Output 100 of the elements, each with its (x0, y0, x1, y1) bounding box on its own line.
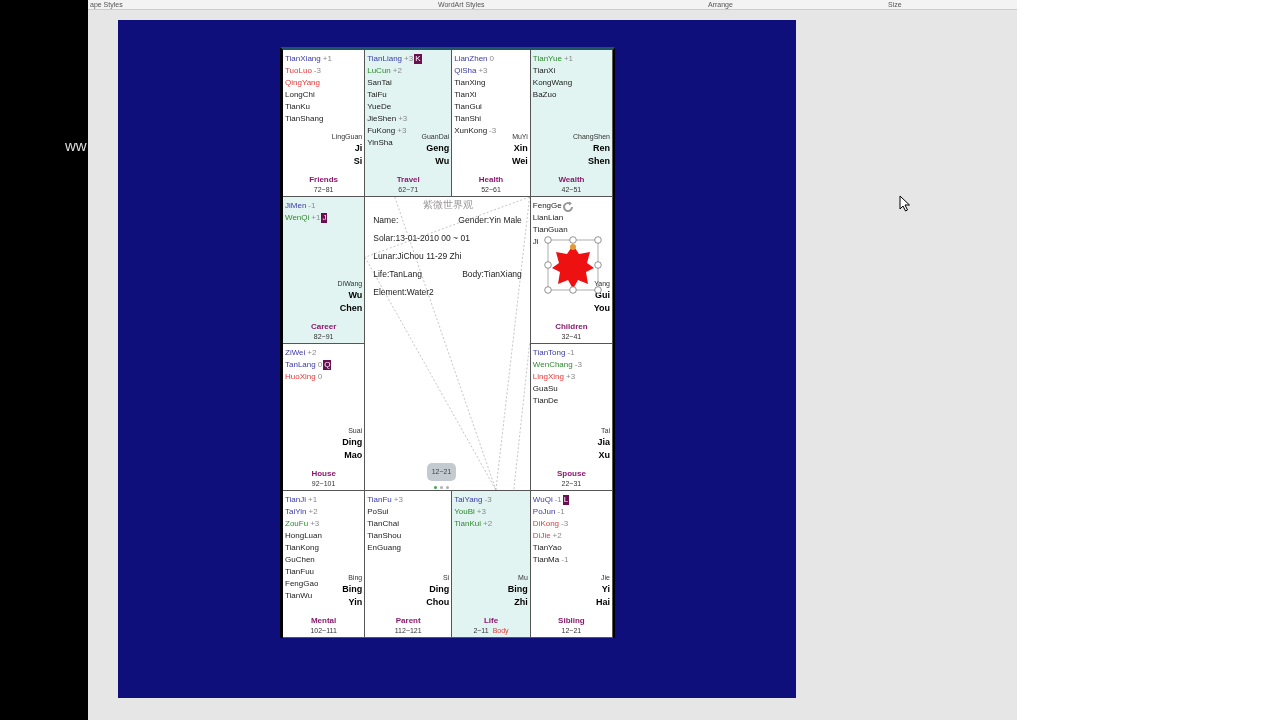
transformation-tag: J (321, 213, 328, 223)
star-brightness: +1 (563, 53, 573, 65)
star-name: FuKong (367, 125, 396, 137)
stem-label: Ding (429, 583, 450, 596)
star-name: PoSui (367, 506, 389, 518)
palace-name: Parent (395, 615, 421, 626)
star-name: PoJun (532, 506, 556, 518)
stem-label: Jia (597, 436, 610, 449)
star-name: TianChai (367, 518, 399, 530)
star-name: GuChen (285, 554, 315, 566)
star-name: LianZhen (454, 53, 488, 65)
chart-title: 紫微世界观 (422, 199, 473, 211)
star-brightness: -1 (308, 200, 316, 212)
info-text: Name: (373, 214, 399, 226)
star-name: TianXi (532, 65, 556, 77)
info-text: Lunar:JiChou 11-29 Zhi (373, 250, 462, 262)
star-name: TianYao (532, 542, 562, 554)
star-name: FengGao (285, 578, 319, 590)
star-name: TaiFu (367, 89, 387, 101)
star-name: TianYue (532, 53, 562, 65)
branch-label: Chou (426, 596, 450, 609)
star-name: TianLiang (367, 53, 403, 65)
star-brightness: -3 (574, 359, 582, 371)
star-name: TianDe (532, 395, 559, 407)
palace-name: Mental (310, 615, 337, 626)
star-name: JiMen (285, 200, 307, 212)
star-brightness: 0 (489, 53, 494, 65)
stem-label: Bing (507, 583, 528, 596)
star-name: TianGui (454, 101, 482, 113)
transformation-tag: K (414, 54, 422, 64)
stem-label: Wu (348, 289, 363, 302)
palace-name: Children (555, 321, 588, 332)
star-name: TanLang (285, 359, 316, 371)
branch-label: Si (353, 155, 363, 168)
star-brightness: +1 (322, 53, 332, 65)
branch-label: Mao (344, 449, 363, 462)
transformation-tag: Q (323, 360, 332, 370)
star-name: TianGuan (532, 224, 568, 236)
star-brightness: +3 (476, 506, 486, 518)
star-brightness: +3 (478, 65, 488, 77)
star-brightness: -3 (489, 125, 497, 137)
star-name: TuoLuo (285, 65, 312, 77)
rotate-icon[interactable] (560, 200, 575, 214)
star-name: XunKong (454, 125, 488, 137)
star-name: TianKong (285, 542, 319, 554)
stem-label: Ding (342, 436, 363, 449)
star-name: HongLuan (285, 530, 322, 542)
star-brightness: +1 (308, 494, 318, 506)
star-brightness: -1 (557, 506, 565, 518)
star-name: YouBi (454, 506, 475, 518)
star-brightness: 0 (317, 359, 323, 371)
star-name: TianWu (285, 590, 313, 602)
star-name: Ji (532, 236, 539, 248)
branch-label: Chen (339, 302, 363, 315)
star-name: WenChang (532, 359, 573, 371)
star-name: TianXing (454, 77, 486, 89)
star-brightness: +2 (552, 530, 562, 542)
palace-name: Travel (396, 174, 420, 185)
star-brightness: +3 (565, 371, 576, 383)
palace-name: House (311, 468, 336, 479)
info-text: Solar:13-01-2010 00 ~ 01 (373, 232, 470, 244)
transformation-tag: L (562, 495, 570, 505)
star-brightness: 0 (317, 371, 323, 383)
star-name: SanTai (367, 77, 392, 89)
star-name: TaiYin (285, 506, 307, 518)
star-brightness: +3 (310, 518, 320, 530)
stem-label: Yi (601, 583, 610, 596)
star-brightness: +3 (397, 125, 407, 137)
star-brightness: -1 (567, 347, 575, 359)
star-name: FengGe (532, 200, 562, 212)
info-text: Life:TanLang (373, 268, 422, 280)
star-brightness: -3 (561, 518, 569, 530)
star-brightness: -1 (554, 494, 562, 506)
star-name: TianKu (285, 101, 311, 113)
mouse-pointer-icon (899, 195, 911, 212)
branch-label: Zhi (514, 596, 528, 609)
info-text: Element:Water2 (373, 286, 434, 298)
star-name: ZiWei (285, 347, 306, 359)
palace-name: Life (483, 615, 499, 626)
star-brightness: +1 (311, 212, 321, 224)
star-name: YueDe (367, 101, 392, 113)
star-name: DiJie (532, 530, 551, 542)
branch-label: Yin (348, 596, 363, 609)
star-name: GuaSu (532, 383, 558, 395)
star-brightness: +3 (393, 494, 403, 506)
palace-name: Sibling (558, 615, 585, 626)
star-brightness: +2 (308, 506, 318, 518)
palace-name: Friends (309, 174, 339, 185)
star-name: JieShen (367, 113, 397, 125)
stem-label: Ren (593, 142, 610, 155)
star-name: KongWang (532, 77, 573, 89)
star-name: LingXing (532, 371, 564, 383)
star-brightness: +3 (404, 53, 414, 65)
star-brightness: -3 (313, 65, 321, 77)
branch-label: You (593, 302, 610, 315)
stem-label: Xin (513, 142, 528, 155)
branch-label: Wei (512, 155, 528, 168)
star-name: TianShou (367, 530, 402, 542)
star-name: DiKong (532, 518, 560, 530)
branch-label: Hai (596, 596, 610, 609)
